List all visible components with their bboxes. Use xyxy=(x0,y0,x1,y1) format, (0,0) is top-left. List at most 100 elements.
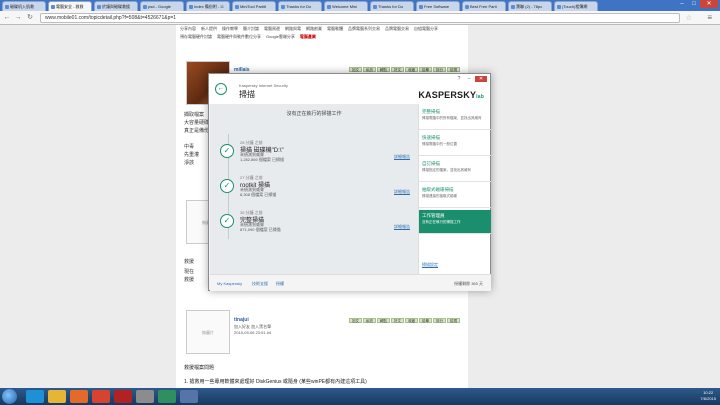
post-text: 中毒 xyxy=(184,144,195,150)
tab-label: Index 備份附 - G xyxy=(194,4,224,9)
forum-nav-link[interactable]: 操作教學 xyxy=(222,26,238,31)
clock[interactable]: 10:22 7/6/2015 xyxy=(700,390,716,402)
post-tool-button[interactable]: 好文 xyxy=(391,67,404,72)
browser-tab[interactable]: Welcome Mini xyxy=(324,1,368,11)
post-tool-button[interactable]: 轉貼 xyxy=(377,318,390,323)
avatar[interactable]: 無圖片 xyxy=(186,310,230,354)
minimize-button[interactable]: – xyxy=(465,76,473,82)
scan-type-title: 快速掃描 xyxy=(422,135,440,140)
post-tool-button[interactable]: 檢舉 xyxy=(419,318,432,323)
address-bar[interactable]: www.mobile01.com/topicdetail.php?f=508&t… xyxy=(40,13,680,23)
close-dialog-button[interactable]: ✕ xyxy=(475,76,487,82)
detailed-report-link[interactable]: 詳細報告 xyxy=(394,224,410,230)
kaspersky-taskbar-icon[interactable] xyxy=(158,390,176,403)
scan-type-item[interactable]: 抽取式磁碟掃描 掃描連接的抽取式磁碟 xyxy=(419,184,491,208)
forum-nav-link[interactable]: 電腦產業 xyxy=(300,34,316,39)
browser-tab[interactable]: 磁碟机入肌救 xyxy=(2,1,46,11)
window-controls: – □ ✕ xyxy=(676,0,718,9)
tab-label: (Touch)相簿網 xyxy=(562,4,588,9)
post-tool-button[interactable]: 評分 xyxy=(433,67,446,72)
post-tool-button[interactable]: 私訊 xyxy=(363,318,376,323)
browser-tab[interactable]: Thanks for Do xyxy=(370,1,414,11)
forum-nav-link[interactable]: 品牌電腦交易 xyxy=(385,26,409,31)
post-tool-button[interactable]: 回文 xyxy=(349,67,362,72)
forum-nav-link[interactable]: 簡介討論 xyxy=(243,26,259,31)
tab-label: psd - Google xyxy=(148,4,171,9)
tab-label: 磁碟机入肌救 xyxy=(10,4,34,9)
forum-nav-link[interactable]: 品牌電腦系列交易 xyxy=(348,26,380,31)
close-window-button[interactable]: ✕ xyxy=(700,0,718,8)
scan-type-item[interactable]: 自訂掃描 掃描指定的檔案，並找出其威脅 xyxy=(419,158,491,182)
post-text: 淨該 xyxy=(184,160,195,166)
browser-tab[interactable]: 電腦安全 - 救救 xyxy=(48,1,92,11)
license-remaining[interactable]: 授權剩餘 365 天 xyxy=(454,281,483,287)
back-icon[interactable]: ← xyxy=(3,14,11,22)
post-tool-button[interactable]: 回文 xyxy=(349,318,362,323)
forum-nav-link[interactable]: 電腦硬件與軟件數位分享 xyxy=(217,34,261,39)
tab-label: Welcome Mini xyxy=(332,4,358,9)
explorer-icon[interactable] xyxy=(48,390,66,403)
forum-nav-link[interactable]: 分享內容 xyxy=(180,26,196,31)
dialog-controls: ? – ✕ xyxy=(455,76,487,82)
scan-type-item[interactable]: 工作管理員 沒有正在執行的掃描工作 xyxy=(419,210,491,234)
app-icon[interactable] xyxy=(180,390,198,403)
post-tool-button[interactable]: 私訊 xyxy=(363,67,376,72)
post-tool-button[interactable]: 轉貼 xyxy=(377,67,390,72)
forum-nav-link[interactable]: 預存電腦硬件討論 xyxy=(180,34,212,39)
maximize-button[interactable]: □ xyxy=(688,0,700,8)
minimize-button[interactable]: – xyxy=(676,0,688,8)
browser-tab[interactable]: Thanks for Do xyxy=(278,1,322,11)
license-link[interactable]: 授權 xyxy=(276,281,284,287)
scan-settings-link[interactable]: 掃描設定 xyxy=(422,262,438,268)
browser-tab[interactable]: psd - Google xyxy=(140,1,184,11)
scan-type-item[interactable]: 完整掃描 掃描電腦中的所有檔案，並找出其威脅 xyxy=(419,106,491,130)
forum-nav-link[interactable]: 網路創業 xyxy=(306,26,322,31)
forum-nav-link[interactable]: Google雲端分享 xyxy=(266,34,295,39)
forward-icon[interactable]: → xyxy=(14,14,22,22)
start-button[interactable] xyxy=(2,389,17,404)
my-kaspersky-link[interactable]: My Kaspersky xyxy=(217,281,242,286)
post-tool-button[interactable]: 檢視 xyxy=(447,318,460,323)
scan-history-panel: 沒有正在執行的掃描工作 ✓ 28 分鐘 之前 掃描 磁碟機"D:\" 未偵測到威脅 1,… xyxy=(210,104,418,274)
browser-tab[interactable]: (Touch)相簿網 xyxy=(554,1,598,11)
toolbar: ← → ↻ www.mobile01.com/topicdetail.php?f… xyxy=(0,11,720,25)
browser-tab[interactable]: 於讓與磁碟救援 xyxy=(94,1,138,11)
forum-nav-link[interactable]: 電腦周邊 xyxy=(264,26,280,31)
detailed-report-link[interactable]: 詳細報告 xyxy=(394,189,410,195)
post-tool-button[interactable]: 好文 xyxy=(391,318,404,323)
browser-tab[interactable]: MiniTool Partiti xyxy=(232,1,276,11)
post-tool-button[interactable]: 評分 xyxy=(433,318,446,323)
chrome-icon[interactable] xyxy=(92,390,110,403)
reload-icon[interactable]: ↻ xyxy=(26,14,34,22)
forum-nav-link[interactable]: 電腦軟體 xyxy=(327,26,343,31)
app-icon[interactable] xyxy=(136,390,154,403)
browser-tab[interactable]: Best Free Parti xyxy=(462,1,506,11)
chrome-menu-icon[interactable]: ≡ xyxy=(707,13,712,22)
post-tool-button[interactable]: 檢舉 xyxy=(419,67,432,72)
forum-nav-link[interactable]: 自組電腦分享 xyxy=(414,26,438,31)
scan-type-desc: 掃描連接的抽取式磁碟 xyxy=(422,194,457,198)
browser-tab[interactable]: Free Software xyxy=(416,1,460,11)
media-player-icon[interactable] xyxy=(70,390,88,403)
browser-tab[interactable]: 寶聯 (2) - 78pc xyxy=(508,1,552,11)
help-icon[interactable]: ? xyxy=(455,76,463,82)
tab-label: Best Free Parti xyxy=(470,4,497,9)
support-link[interactable]: 技術支援 xyxy=(252,281,268,287)
post-text: 救援 xyxy=(184,277,195,283)
favicon-icon xyxy=(143,5,147,9)
forum-nav-link[interactable]: 網路與電 xyxy=(285,26,301,31)
post-username[interactable]: tinajui xyxy=(234,317,249,323)
favicon-icon xyxy=(189,5,193,9)
back-button[interactable]: ← xyxy=(215,83,227,95)
favicon-icon xyxy=(281,5,285,9)
acrobat-icon[interactable] xyxy=(114,390,132,403)
post-tool-button[interactable]: 收藏 xyxy=(405,318,418,323)
detailed-report-link[interactable]: 詳細報告 xyxy=(394,154,410,160)
post-tool-button[interactable]: 收藏 xyxy=(405,67,418,72)
bookmark-star-icon[interactable]: ☆ xyxy=(686,14,692,22)
scan-type-item[interactable]: 快速掃描 掃描電腦中的一般位置 xyxy=(419,132,491,156)
post-tool-button[interactable]: 檢視 xyxy=(447,67,460,72)
browser-tab[interactable]: Index 備份附 - G xyxy=(186,1,230,11)
ie-icon[interactable] xyxy=(26,390,44,403)
forum-nav-link[interactable]: 新人提供 xyxy=(201,26,217,31)
